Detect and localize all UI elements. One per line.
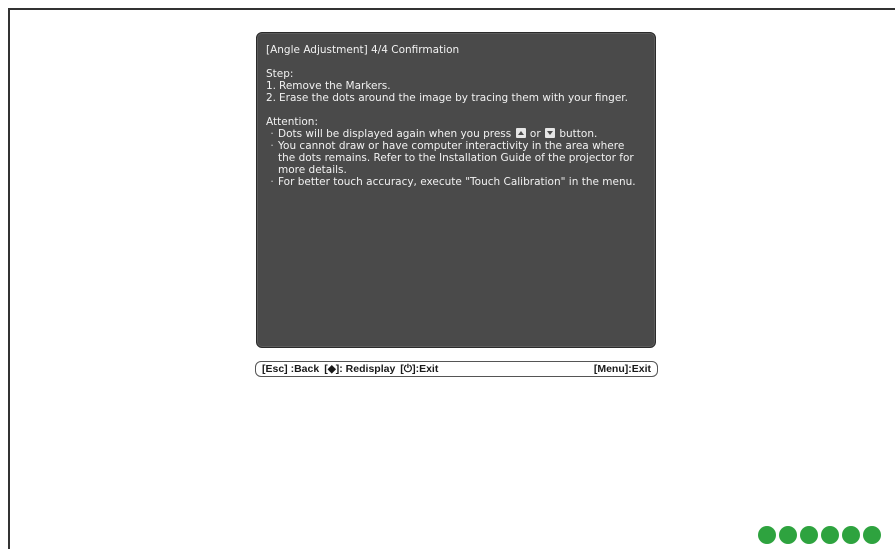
green-dot-icon <box>779 526 797 544</box>
up-arrow-key-icon <box>515 128 526 138</box>
step-list: 1. Remove the Markers. 2. Erase the dots… <box>266 80 643 104</box>
attention-item: · For better touch accuracy, execute "To… <box>266 176 643 188</box>
attention-text: You cannot draw or have computer interac… <box>278 140 634 176</box>
bullet-icon: · <box>270 176 274 188</box>
attention-list: · Dots will be displayed again when you … <box>266 128 643 188</box>
attention-text-part: or <box>526 128 544 140</box>
attention-text: For better touch accuracy, execute "Touc… <box>278 176 636 188</box>
attention-item: · Dots will be displayed again when you … <box>266 128 643 140</box>
attention-item: · You cannot draw or have computer inter… <box>266 140 643 176</box>
power-exit-hint[interactable]: [⏻]:Exit <box>400 363 438 376</box>
bullet-icon: · <box>270 140 274 152</box>
step-number: 2. <box>266 92 277 104</box>
step-text: Erase the dots around the image by traci… <box>279 92 628 104</box>
attention-text-part: button. <box>556 128 598 140</box>
menu-exit-hint[interactable]: [Menu]:Exit <box>594 363 651 375</box>
step-item: 2. Erase the dots around the image by tr… <box>266 92 643 104</box>
down-arrow-key-icon <box>545 128 555 138</box>
angle-adjustment-dialog: [Angle Adjustment] 4/4 Confirmation Step… <box>256 32 656 348</box>
bullet-icon: · <box>270 128 274 140</box>
attention-text: Dots will be displayed again when you pr… <box>278 128 643 140</box>
green-dot-icon <box>800 526 818 544</box>
esc-back-hint[interactable]: [Esc] :Back <box>262 363 319 375</box>
step-number: 1. <box>266 80 277 92</box>
green-dot-icon <box>842 526 860 544</box>
attention-text-part: Dots will be displayed again when you pr… <box>278 128 515 140</box>
attention-heading: Attention: <box>266 116 318 128</box>
button-guide-bar: [Esc] :Back [◆]: Redisplay [⏻]:Exit [Men… <box>255 361 658 377</box>
green-dot-icon <box>821 526 839 544</box>
step-text: Remove the Markers. <box>279 80 391 92</box>
step-item: 1. Remove the Markers. <box>266 80 643 92</box>
page-marker-dots <box>758 526 884 544</box>
step-heading: Step: <box>266 68 294 80</box>
dialog-title: [Angle Adjustment] 4/4 Confirmation <box>266 44 460 56</box>
green-dot-icon <box>863 526 881 544</box>
green-dot-icon <box>758 526 776 544</box>
redisplay-hint[interactable]: [◆]: Redisplay <box>324 363 395 375</box>
